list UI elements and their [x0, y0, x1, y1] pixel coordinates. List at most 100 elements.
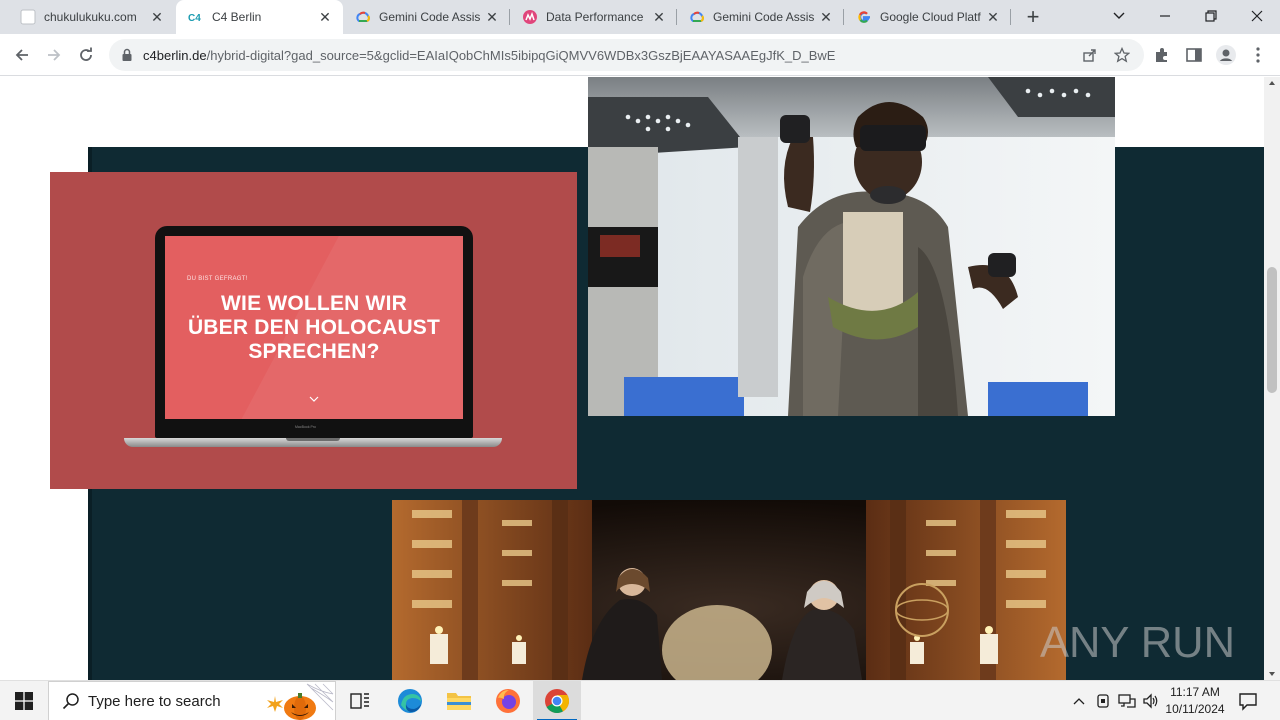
windows-taskbar: Type here to search 11:17 AM 10/11/2024 [0, 680, 1280, 720]
forward-button[interactable] [40, 41, 68, 69]
scrollbar-thumb[interactable] [1267, 267, 1277, 393]
taskbar-edge[interactable] [386, 681, 434, 720]
tray-volume-button[interactable] [1141, 691, 1161, 711]
arrow-right-icon [48, 49, 61, 61]
share-icon[interactable] [1082, 47, 1098, 63]
chevron-up-icon [1073, 698, 1085, 705]
taskbar-search-box[interactable]: Type here to search [48, 681, 336, 720]
taskbar-file-explorer[interactable] [435, 681, 483, 720]
scroll-up-arrow-icon[interactable] [1268, 79, 1276, 87]
anyrun-watermark: ANY RUN [1040, 618, 1235, 667]
chevron-down-icon [1113, 12, 1125, 19]
tab-close-icon[interactable]: ✕ [818, 9, 834, 25]
tab-title: Gemini Code Assis [379, 10, 481, 24]
laptop-brand-label: MacBook Pro [295, 425, 317, 429]
chevron-down-icon [309, 396, 319, 402]
tab-separator [1010, 9, 1011, 25]
restore-icon [1205, 10, 1217, 22]
tab-close-icon[interactable]: ✕ [985, 9, 1001, 25]
tab-separator [509, 9, 510, 25]
tab-strip: chukulukuku.com ✕ C4 C4 Berlin ✕ Gemini … [0, 0, 1280, 34]
svg-text:C4: C4 [188, 13, 201, 24]
minimize-icon [1160, 15, 1170, 17]
chrome-icon [545, 689, 570, 714]
usb-device-icon [1097, 694, 1109, 708]
puzzle-icon [1156, 48, 1167, 62]
laptop-bezel: DU BIST GEFRAGT! WIE WOLLEN WIR ÜBER DEN… [155, 226, 473, 438]
task-view-button[interactable] [336, 681, 384, 720]
search-icon [62, 693, 79, 710]
clock-time: 11:17 AM [1170, 685, 1220, 699]
tab-chukulukuku[interactable]: chukulukuku.com ✕ [8, 0, 175, 34]
back-button[interactable] [8, 41, 36, 69]
tab-title: Gemini Code Assis [713, 10, 815, 24]
vr-headset-photo[interactable] [588, 77, 1115, 416]
tab-title: Google Cloud Platf [880, 10, 981, 24]
tab-gemini-code-assist-2[interactable]: Gemini Code Assis ✕ [677, 0, 844, 34]
new-tab-button[interactable]: + [1021, 4, 1045, 29]
side-panel-icon [1186, 48, 1202, 62]
data-performance-icon [522, 9, 538, 25]
folder-icon [447, 693, 471, 710]
bookmark-star-icon[interactable] [1114, 47, 1130, 63]
headline-line: SPRECHEN? [248, 340, 380, 363]
tab-close-icon[interactable]: ✕ [317, 9, 333, 25]
side-panel-button[interactable] [1184, 45, 1204, 65]
profile-button[interactable] [1216, 45, 1236, 65]
tab-search-button[interactable] [1096, 0, 1142, 32]
tab-title: C4 Berlin [212, 10, 262, 24]
scroll-down-arrow-icon[interactable] [1268, 670, 1276, 678]
close-window-button[interactable] [1234, 0, 1280, 32]
tab-separator [676, 9, 677, 25]
reload-icon [80, 47, 92, 61]
address-bar[interactable]: c4berlin.de/hybrid-digital?gad_source=5&… [109, 39, 1144, 71]
tab-title: Data Performance [546, 10, 644, 24]
taskbar-clock[interactable]: 11:17 AM 10/11/2024 [1160, 684, 1230, 718]
library-scene-illustration [392, 500, 1066, 680]
tab-title: chukulukuku.com [44, 10, 137, 24]
tray-device-button[interactable] [1093, 691, 1113, 711]
vr-photo-illustration [588, 77, 1115, 416]
tab-close-icon[interactable]: ✕ [651, 9, 667, 25]
edge-browser-icon [398, 689, 422, 713]
tab-close-icon[interactable]: ✕ [149, 9, 165, 25]
reload-button[interactable] [72, 41, 100, 69]
virtual-library-illustration[interactable] [392, 500, 1066, 680]
search-placeholder: Type here to search [88, 692, 221, 710]
notification-icon[interactable] [1236, 689, 1260, 713]
taskbar-chrome[interactable] [533, 681, 581, 720]
google-cloud-icon [355, 9, 371, 25]
laptop-feature-image[interactable]: DU BIST GEFRAGT! WIE WOLLEN WIR ÜBER DEN… [50, 172, 577, 489]
lock-icon[interactable] [120, 48, 134, 62]
show-hidden-icons-button[interactable] [1069, 691, 1089, 711]
tab-gemini-code-assist-1[interactable]: Gemini Code Assis ✕ [343, 0, 510, 34]
c4-logo-icon: C4 [188, 9, 204, 25]
headline-line: ÜBER DEN HOLOCAUST [187, 316, 441, 339]
firefox-icon [496, 689, 520, 713]
headline-line: WIE WOLLEN WIR [221, 292, 407, 315]
blank-page-icon [20, 9, 36, 25]
tab-google-cloud-platform[interactable]: Google Cloud Platf ✕ [844, 0, 1011, 34]
tab-separator [843, 9, 844, 25]
avatar-icon [1216, 45, 1236, 65]
start-button[interactable] [0, 681, 48, 720]
browser-toolbar: c4berlin.de/hybrid-digital?gad_source=5&… [0, 34, 1280, 76]
url-text[interactable]: c4berlin.de/hybrid-digital?gad_source=5&… [143, 48, 835, 63]
tab-c4-berlin[interactable]: C4 C4 Berlin ✕ [176, 0, 343, 34]
chrome-menu-button[interactable] [1248, 45, 1268, 65]
minimize-button[interactable] [1142, 0, 1188, 32]
laptop-screen: DU BIST GEFRAGT! WIE WOLLEN WIR ÜBER DEN… [165, 236, 463, 419]
page-scrollbar[interactable] [1264, 77, 1280, 680]
restore-button[interactable] [1188, 0, 1234, 32]
tab-data-performance[interactable]: Data Performance ✕ [510, 0, 677, 34]
kebab-menu-icon [1256, 47, 1260, 63]
taskbar-firefox[interactable] [484, 681, 532, 720]
screen-headline: WIE WOLLEN WIR ÜBER DEN HOLOCAUST SPRECH… [165, 292, 463, 364]
network-icon [1118, 694, 1136, 708]
tab-close-icon[interactable]: ✕ [484, 9, 500, 25]
tray-network-button[interactable] [1117, 691, 1137, 711]
extensions-button[interactable] [1152, 45, 1172, 65]
halloween-pumpkin-icon [267, 683, 334, 720]
google-cloud-icon [689, 9, 705, 25]
arrow-left-icon [15, 49, 28, 61]
